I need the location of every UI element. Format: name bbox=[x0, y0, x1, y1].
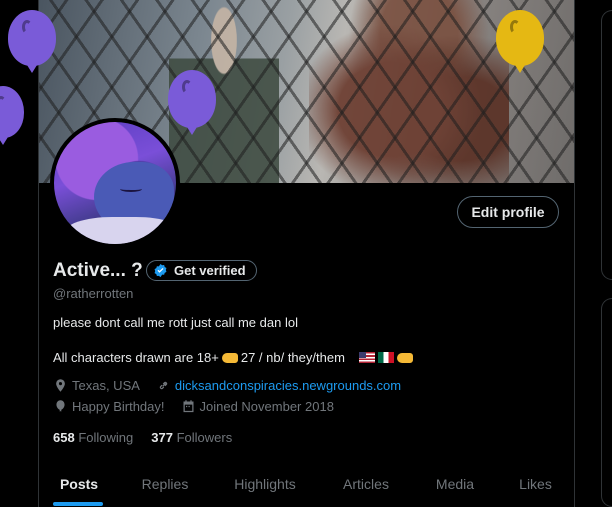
bio-line: All characters drawn are 18+ 27 / nb/ th… bbox=[53, 350, 413, 365]
bio-line: please dont call me rott just call me da… bbox=[53, 315, 298, 330]
profile-avatar[interactable] bbox=[50, 118, 180, 248]
avatar-eye bbox=[120, 186, 142, 192]
tab-label: Highlights bbox=[234, 476, 296, 492]
follow-stats: 658 Following 377 Followers bbox=[53, 430, 232, 445]
profile-meta-row: Texas, USA dicksandconspiracies.newgroun… bbox=[53, 378, 401, 393]
bio-text: All characters drawn are 18+ bbox=[53, 350, 219, 365]
tab-label: Likes bbox=[519, 476, 552, 492]
right-sidebar-card bbox=[601, 298, 612, 507]
bio-text: 27 / nb/ they/them bbox=[240, 350, 345, 365]
tab-label: Articles bbox=[343, 476, 389, 492]
mexico-flag-emoji-icon bbox=[377, 352, 394, 363]
tab-media[interactable]: Media bbox=[413, 466, 497, 507]
pointing-hand-emoji-icon bbox=[396, 352, 413, 363]
website-link[interactable]: dicksandconspiracies.newgrounds.com bbox=[175, 378, 401, 393]
birthday-text: Happy Birthday! bbox=[72, 399, 165, 414]
tab-label: Media bbox=[435, 476, 475, 492]
pointing-hand-emoji-icon bbox=[221, 352, 238, 363]
tab-articles[interactable]: Articles bbox=[319, 466, 413, 507]
tab-likes[interactable]: Likes bbox=[497, 466, 574, 507]
birthday-balloon-icon bbox=[168, 70, 216, 135]
link-icon bbox=[156, 378, 171, 393]
tab-label: Replies bbox=[141, 476, 189, 492]
calendar-icon bbox=[181, 399, 196, 414]
profile-meta-row: Happy Birthday! Joined November 2018 bbox=[53, 399, 334, 414]
location-pin-icon bbox=[53, 378, 68, 393]
birthday-balloon-icon bbox=[8, 10, 56, 73]
column-border-right bbox=[574, 0, 575, 507]
birthday-balloon-icon bbox=[496, 10, 544, 73]
tab-highlights[interactable]: Highlights bbox=[211, 466, 319, 507]
tab-replies[interactable]: Replies bbox=[119, 466, 211, 507]
left-gutter bbox=[0, 0, 38, 507]
user-handle: @ratherrotten bbox=[53, 286, 134, 301]
location-text: Texas, USA bbox=[72, 378, 140, 393]
following-link[interactable]: 658 Following bbox=[53, 430, 133, 445]
active-tab-indicator bbox=[53, 502, 103, 506]
avatar-blanket bbox=[64, 217, 176, 244]
profile-tabs: Posts Replies Highlights Articles Media … bbox=[39, 466, 574, 507]
followers-label: Followers bbox=[176, 430, 233, 445]
right-sidebar-card bbox=[601, 10, 612, 280]
balloon-icon bbox=[53, 399, 68, 414]
edit-profile-button[interactable]: Edit profile bbox=[457, 196, 559, 228]
get-verified-button[interactable]: Get verified bbox=[146, 260, 257, 281]
tab-label: Posts bbox=[59, 476, 99, 492]
following-count: 658 bbox=[53, 430, 75, 445]
get-verified-label: Get verified bbox=[174, 263, 246, 278]
followers-link[interactable]: 377 Followers bbox=[151, 430, 232, 445]
following-label: Following bbox=[78, 430, 134, 445]
verified-badge-icon bbox=[153, 263, 168, 278]
us-flag-emoji-icon bbox=[358, 352, 375, 363]
display-name: Active... ? bbox=[53, 260, 143, 281]
tab-posts[interactable]: Posts bbox=[39, 466, 119, 507]
followers-count: 377 bbox=[151, 430, 173, 445]
joined-date-text: Joined November 2018 bbox=[199, 399, 334, 414]
